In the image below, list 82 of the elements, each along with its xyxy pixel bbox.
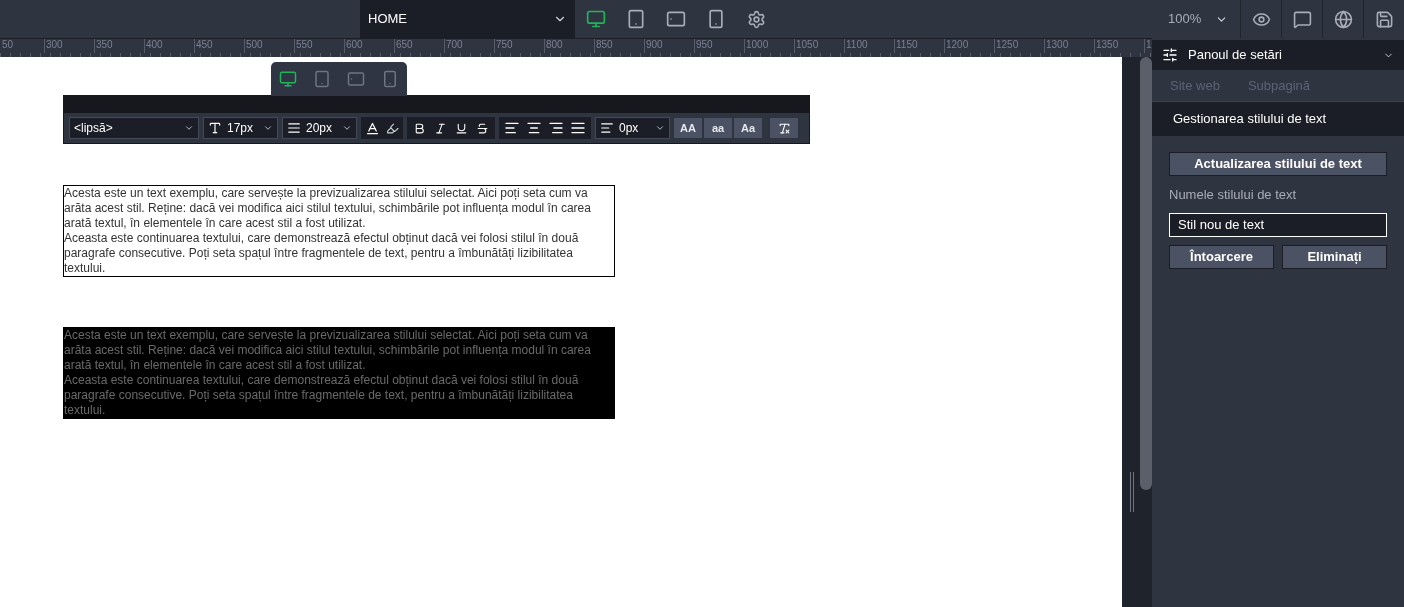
text-color-icon[interactable] <box>365 120 380 136</box>
ruler-label: 900 <box>646 39 663 50</box>
ruler-label: 1350 <box>1096 39 1119 50</box>
align-justify-icon[interactable] <box>570 120 586 136</box>
ruler-label: 50 <box>2 39 14 50</box>
ruler-label: 600 <box>346 39 363 50</box>
tablet-icon <box>313 70 331 88</box>
align-right-icon[interactable] <box>548 120 564 136</box>
chevron-down-icon <box>655 123 665 133</box>
preview-paragraph: Aceasta este continuarea textului, care demonstrează efectul obținut dacă vei folosi stilul în două paragrafe consecutive. Poți seta spațul între fragmentele de text, pentru a îmbunătăți lizibilitatea textului. <box>64 373 580 418</box>
panel-title: Panoul de setări <box>1188 46 1283 65</box>
chevron-down-icon <box>184 123 194 133</box>
device-tab[interactable] <box>346 69 366 89</box>
preview-paragraph: Aceasta este continuarea textului, care demonstrează efectul obținut dacă vei folosi stilul în două paragrafe consecutive. Poți seta spațul între fragmentele de text, pentru a îmbunătăți lizibilitatea textului. <box>64 231 580 276</box>
ruler-label: 700 <box>446 39 463 50</box>
text-case-button[interactable]: AA <box>674 118 702 138</box>
phone-icon <box>706 9 726 29</box>
chevron-down-icon <box>342 123 352 133</box>
clear-format-icon <box>777 121 791 135</box>
font-select[interactable]: <lipsă> <box>69 117 199 139</box>
settings-icon <box>746 9 766 29</box>
ruler-label: 1150 <box>896 39 918 50</box>
text-case-button[interactable]: aa <box>704 118 732 138</box>
ruler-label: 1300 <box>1046 39 1069 50</box>
panel-action-button[interactable]: Eliminați <box>1282 244 1387 269</box>
ruler-label: 550 <box>296 39 313 50</box>
underline-icon[interactable] <box>455 121 468 135</box>
ruler-label: 400 <box>146 39 163 50</box>
align-center-icon[interactable] <box>526 120 542 136</box>
field-label: Numele stilului de text <box>1169 186 1298 204</box>
preview-paragraph: Acesta este un text exemplu, care servește la previzualizarea stilului selectat. Aici poți seta cum va arăta acest stil. Reține: dacă vei modifica aici stilul textului, schimbările pot influența modul în carea arată textul, în elementele în care acest stil a fost utilizat. <box>64 186 592 231</box>
desktop-icon <box>586 9 606 29</box>
chevron-down-icon <box>263 123 273 133</box>
panel-action-button[interactable]: Întoarcere <box>1169 244 1274 269</box>
clear-format-button[interactable] <box>770 118 798 138</box>
ruler-label: 1100 <box>846 39 868 50</box>
tablet-icon <box>626 9 646 29</box>
ruler-label: 500 <box>246 39 263 50</box>
font-size-select[interactable]: 17px <box>203 117 278 139</box>
ruler-label: 950 <box>696 39 713 50</box>
device-tab[interactable] <box>312 69 332 89</box>
ruler-label: 1 <box>1146 39 1152 50</box>
italic-icon[interactable] <box>434 121 447 135</box>
ruler-label: 650 <box>396 39 413 50</box>
ruler-label: 350 <box>96 39 113 50</box>
strikethrough-icon[interactable] <box>476 121 489 135</box>
letter-spacing-icon <box>600 121 614 135</box>
landscape-tablet-icon <box>347 70 365 88</box>
section-title: Gestionarea stilului de text <box>1173 110 1327 129</box>
update-style-button[interactable]: Actualizarea stilului de text <box>1169 152 1387 176</box>
letter-spacing-select[interactable]: 0px <box>595 117 670 139</box>
text-case-button[interactable]: Aa <box>734 118 762 138</box>
landscape-tablet-icon <box>666 9 686 29</box>
resize-handle[interactable] <box>1130 472 1134 512</box>
ruler-label: 450 <box>196 39 213 50</box>
ruler-label: 1000 <box>746 39 769 50</box>
device-tab[interactable] <box>278 69 298 89</box>
preview-paragraph: Acesta este un text exemplu, care servește la previzualizarea stilului selectat. Aici poți seta cum va arăta acest stil. Reține: dacă vei modifica aici stilul textului, schimbările pot influența modul în carea arată textul, în elementele în care acest stil a fost utilizat. <box>64 328 592 373</box>
bold-icon[interactable] <box>413 121 426 135</box>
page-select[interactable]: HOME <box>360 0 575 38</box>
style-name-field[interactable]: Stil nou de text <box>1169 212 1387 237</box>
device-button[interactable] <box>585 8 607 30</box>
highlighter-icon[interactable] <box>386 121 399 135</box>
ruler-label: 850 <box>596 39 613 50</box>
comment-icon <box>1292 9 1312 29</box>
line-height-icon <box>287 121 301 135</box>
font-size-icon <box>208 121 222 135</box>
ruler-label: 300 <box>46 39 63 50</box>
zoom-select[interactable]: 100% <box>1168 0 1240 38</box>
line-height-select[interactable]: 20px <box>282 117 357 139</box>
phone-icon <box>381 70 399 88</box>
globe-icon <box>1333 9 1353 29</box>
align-left-icon[interactable] <box>504 120 520 136</box>
ruler-label: 1200 <box>946 39 969 50</box>
save-icon <box>1374 9 1394 29</box>
ruler-label: 800 <box>546 39 563 50</box>
desktop-icon <box>279 70 297 88</box>
ruler-label: 1250 <box>996 39 1019 50</box>
sliders-icon <box>1162 47 1178 63</box>
ruler-label: 1050 <box>796 39 819 50</box>
scrollbar-thumb[interactable] <box>1140 57 1152 490</box>
ruler-label: 750 <box>496 39 513 50</box>
